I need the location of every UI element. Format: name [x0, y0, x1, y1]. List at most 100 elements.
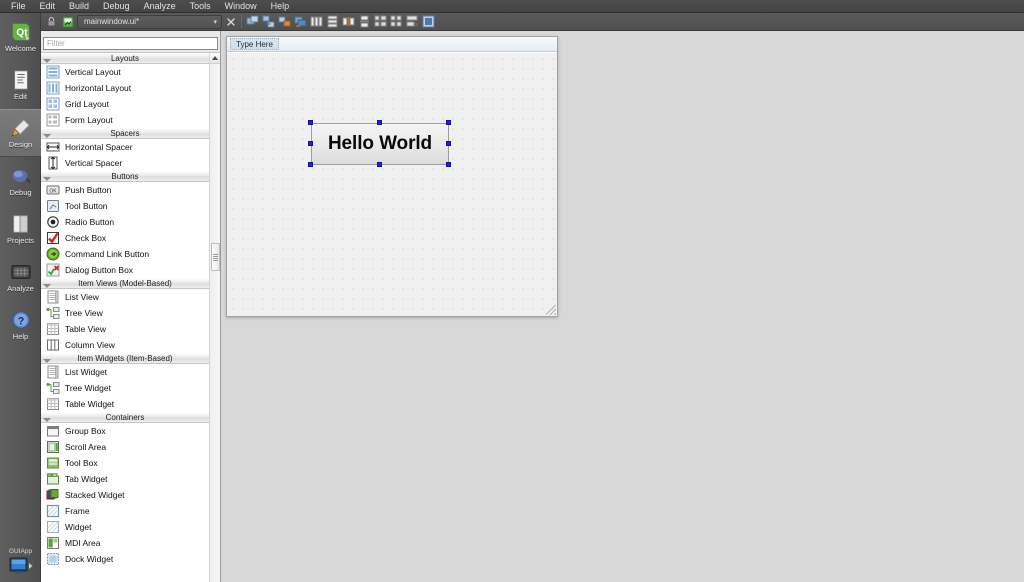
widget-item-tool-box[interactable]: Tool Box	[41, 455, 209, 471]
folder-projects-icon	[10, 213, 32, 235]
widget-item-tree-view[interactable]: Tree View	[41, 305, 209, 321]
hello-world-label-widget[interactable]: Hello World	[311, 123, 449, 165]
widget-item-tree-widget[interactable]: Tree Widget	[41, 380, 209, 396]
layout-splitter-vertical-icon[interactable]	[357, 14, 372, 29]
widget-group-header[interactable]: Layouts	[41, 53, 209, 64]
hello-world-label-text: Hello World	[327, 133, 433, 154]
widget-group-header[interactable]: Item Views (Model-Based)	[41, 278, 209, 289]
widget-item-dock-widget[interactable]: Dock Widget	[41, 551, 209, 567]
widget-item-horizontal-layout[interactable]: Horizontal Layout	[41, 80, 209, 96]
scrollbar-thumb[interactable]	[211, 243, 220, 271]
expand-triangle-icon	[43, 134, 51, 138]
widget-item-table-widget[interactable]: Table Widget	[41, 396, 209, 412]
menubar-type-here-placeholder[interactable]: Type Here	[230, 38, 279, 50]
layout-grid-icon[interactable]	[389, 14, 404, 29]
selection-handle[interactable]	[377, 162, 382, 167]
form-resize-grip[interactable]	[546, 305, 556, 315]
widget-item-vertical-layout[interactable]: Vertical Layout	[41, 64, 209, 80]
selection-handle[interactable]	[308, 120, 313, 125]
selection-handle[interactable]	[446, 141, 451, 146]
menu-item-file[interactable]: File	[4, 0, 33, 13]
table-widget-icon	[46, 397, 60, 411]
menu-item-edit[interactable]: Edit	[33, 0, 63, 13]
layout-horizontally-icon[interactable]	[309, 14, 324, 29]
widget-item-tab-widget[interactable]: Tab Widget	[41, 471, 209, 487]
horizontal-layout-icon	[46, 81, 60, 95]
mode-button-analyze[interactable]: Analyze	[0, 253, 41, 301]
widget-item-check-box[interactable]: Check Box	[41, 230, 209, 246]
menu-item-analyze[interactable]: Analyze	[137, 0, 183, 13]
widget-item-list-widget[interactable]: List Widget	[41, 364, 209, 380]
widget-item-label: Vertical Layout	[65, 67, 121, 77]
widget-item-horizontal-spacer[interactable]: Horizontal Spacer	[41, 139, 209, 155]
mode-button-help[interactable]: ? Help	[0, 301, 41, 349]
widget-item-list-view[interactable]: List View	[41, 289, 209, 305]
widget-filter-input[interactable]	[43, 37, 218, 50]
widget-item-tool-button[interactable]: Tool Button	[41, 198, 209, 214]
widget-item-scroll-area[interactable]: Scroll Area	[41, 439, 209, 455]
menu-item-help[interactable]: Help	[264, 0, 297, 13]
widget-group-header[interactable]: Containers	[41, 412, 209, 423]
adjust-size-icon[interactable]	[421, 14, 436, 29]
scroll-up-arrow-icon[interactable]	[210, 53, 220, 64]
selection-handle[interactable]	[308, 162, 313, 167]
grid-layout-icon	[46, 97, 60, 111]
widget-group-header[interactable]: Item Widgets (Item-Based)	[41, 353, 209, 364]
selection-handle[interactable]	[446, 120, 451, 125]
break-layout-icon[interactable]	[405, 14, 420, 29]
active-project-badge[interactable]: GUIApp	[0, 546, 41, 582]
column-view-icon	[46, 338, 60, 352]
widget-item-stacked-widget[interactable]: Stacked Widget	[41, 487, 209, 503]
widget-item-widget[interactable]: Widget	[41, 519, 209, 535]
layout-form-icon[interactable]	[373, 14, 388, 29]
layout-vertically-icon[interactable]	[325, 14, 340, 29]
widget-item-grid-layout[interactable]: Grid Layout	[41, 96, 209, 112]
form-menubar[interactable]: Type Here	[227, 37, 557, 52]
close-icon[interactable]	[223, 14, 238, 29]
widget-item-label: Stacked Widget	[65, 490, 125, 500]
expand-triangle-icon	[43, 359, 51, 363]
menu-item-tools[interactable]: Tools	[183, 0, 218, 13]
edit-buddies-icon[interactable]	[277, 14, 292, 29]
widget-item-command-link-button[interactable]: Command Link Button	[41, 246, 209, 262]
menu-item-window[interactable]: Window	[218, 0, 264, 13]
widget-item-column-view[interactable]: Column View	[41, 337, 209, 353]
question-mark-icon: ?	[10, 309, 32, 331]
edit-signals-slots-icon[interactable]	[261, 14, 276, 29]
widget-item-mdi-area[interactable]: MDI Area	[41, 535, 209, 551]
layout-splitter-horizontal-icon[interactable]	[341, 14, 356, 29]
widget-item-frame[interactable]: Frame	[41, 503, 209, 519]
widget-item-push-button[interactable]: OK Push Button	[41, 182, 209, 198]
selection-handle[interactable]	[377, 120, 382, 125]
open-file-combobox[interactable]: mainwindow.ui* ▾	[77, 14, 222, 29]
mode-button-label: Debug	[9, 188, 32, 197]
mode-button-welcome[interactable]: Qt Welcome	[0, 13, 41, 61]
lock-icon[interactable]	[44, 14, 59, 29]
widget-box-scrollbar[interactable]	[209, 53, 220, 582]
widget-item-group-box[interactable]: Group Box	[41, 423, 209, 439]
widget-item-table-view[interactable]: Table View	[41, 321, 209, 337]
widget-icon	[46, 520, 60, 534]
widget-item-vertical-spacer[interactable]: Vertical Spacer	[41, 155, 209, 171]
form-canvas[interactable]: Hello World	[227, 52, 557, 316]
widget-item-form-layout[interactable]: Form Layout	[41, 112, 209, 128]
widget-list[interactable]: Layouts Vertical Layout Horizontal Layout G…	[41, 52, 220, 582]
form-window[interactable]: Type Here Hello World	[226, 36, 558, 317]
selection-handle[interactable]	[308, 141, 313, 146]
menu-item-build[interactable]: Build	[62, 0, 96, 13]
mode-button-projects[interactable]: Projects	[0, 205, 41, 253]
widget-group-header[interactable]: Spacers	[41, 128, 209, 139]
edit-tab-order-icon[interactable]	[293, 14, 308, 29]
widget-item-label: Scroll Area	[65, 442, 107, 452]
mode-button-edit[interactable]: Edit	[0, 61, 41, 109]
menu-item-debug[interactable]: Debug	[96, 0, 137, 13]
widget-item-radio-button[interactable]: Radio Button	[41, 214, 209, 230]
edit-widgets-icon[interactable]	[245, 14, 260, 29]
ui-file-icon	[60, 14, 75, 29]
mode-button-design[interactable]: Design	[0, 109, 41, 157]
selection-handle[interactable]	[446, 162, 451, 167]
widget-item-dialog-button-box[interactable]: Dialog Button Box	[41, 262, 209, 278]
widget-group-header[interactable]: Buttons	[41, 171, 209, 182]
mode-button-debug[interactable]: Debug	[0, 157, 41, 205]
widget-item-label: Push Button	[65, 185, 112, 195]
